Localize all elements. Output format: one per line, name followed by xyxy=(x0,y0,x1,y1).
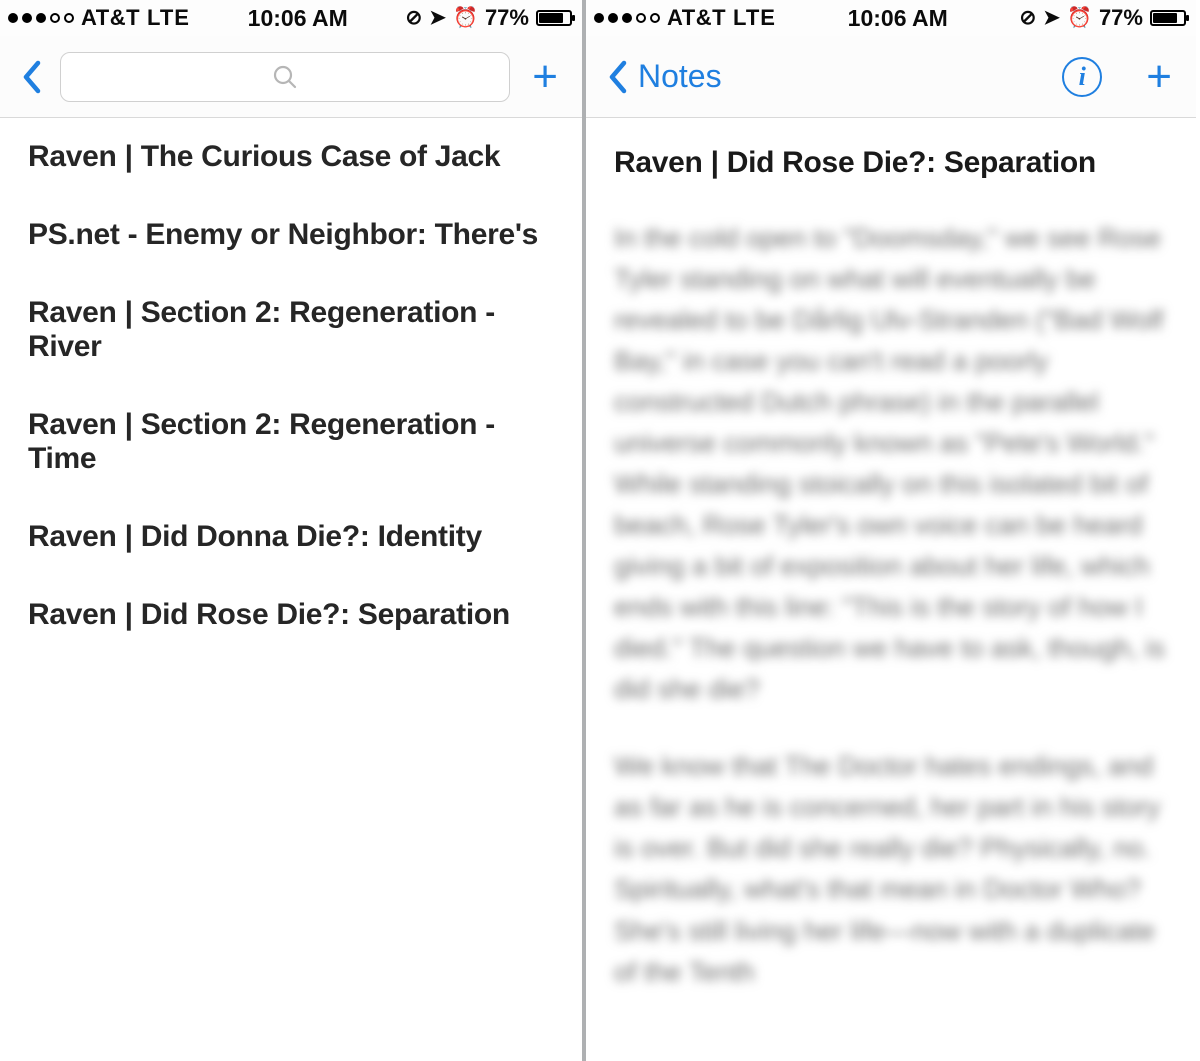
signal-dots-icon xyxy=(8,13,74,23)
status-bar: AT&T LTE 10:06 AM ⊘ ➤ ⏰ 77% xyxy=(0,0,582,36)
list-item[interactable]: Raven | Section 2: Regeneration - Time xyxy=(0,386,582,498)
list-item[interactable]: PS.net - Enemy or Neighbor: There's xyxy=(0,196,582,274)
battery-pct-label: 77% xyxy=(1099,5,1143,31)
search-icon xyxy=(272,64,298,90)
list-item[interactable]: Raven | The Curious Case of Jack xyxy=(0,118,582,196)
network-label: LTE xyxy=(147,5,190,31)
alarm-icon: ⏰ xyxy=(453,8,478,28)
list-item[interactable]: Raven | Section 2: Regeneration - River xyxy=(0,274,582,386)
carrier-label: AT&T xyxy=(81,5,140,31)
notes-list-pane: AT&T LTE 10:06 AM ⊘ ➤ ⏰ 77% + Raven | Th… xyxy=(0,0,586,1061)
new-note-button[interactable]: + xyxy=(1142,55,1176,99)
battery-icon xyxy=(536,10,572,26)
location-icon: ➤ xyxy=(429,8,446,28)
back-label[interactable]: Notes xyxy=(638,58,722,95)
battery-pct-label: 77% xyxy=(485,5,529,31)
search-input[interactable] xyxy=(60,52,510,102)
location-icon: ➤ xyxy=(1043,8,1060,28)
detail-navbar: Notes i + xyxy=(586,36,1196,118)
note-paragraph: We know that The Doctor hates endings, a… xyxy=(614,746,1168,992)
status-bar: AT&T LTE 10:06 AM ⊘ ➤ ⏰ 77% xyxy=(586,0,1196,36)
note-body: In the cold open to "Doomsday," we see R… xyxy=(614,218,1168,993)
info-button[interactable]: i xyxy=(1062,57,1102,97)
list-navbar: + xyxy=(0,36,582,118)
clock-label: 10:06 AM xyxy=(848,5,948,32)
note-paragraph: In the cold open to "Doomsday," we see R… xyxy=(614,218,1168,710)
back-button[interactable] xyxy=(20,59,42,95)
rotation-lock-icon: ⊘ xyxy=(406,8,423,28)
alarm-icon: ⏰ xyxy=(1067,8,1092,28)
back-button[interactable] xyxy=(606,59,628,95)
notes-list[interactable]: Raven | The Curious Case of Jack PS.net … xyxy=(0,118,582,654)
carrier-label: AT&T xyxy=(667,5,726,31)
note-title: Raven | Did Rose Die?: Separation xyxy=(614,146,1168,180)
new-note-button[interactable]: + xyxy=(528,55,562,99)
signal-dots-icon xyxy=(594,13,660,23)
rotation-lock-icon: ⊘ xyxy=(1020,8,1037,28)
battery-icon xyxy=(1150,10,1186,26)
note-content[interactable]: Raven | Did Rose Die?: Separation In the… xyxy=(586,118,1196,993)
note-detail-pane: AT&T LTE 10:06 AM ⊘ ➤ ⏰ 77% Notes i + Ra… xyxy=(586,0,1196,1061)
clock-label: 10:06 AM xyxy=(248,5,348,32)
network-label: LTE xyxy=(733,5,776,31)
list-item[interactable]: Raven | Did Rose Die?: Separation xyxy=(0,576,582,654)
list-item[interactable]: Raven | Did Donna Die?: Identity xyxy=(0,498,582,576)
